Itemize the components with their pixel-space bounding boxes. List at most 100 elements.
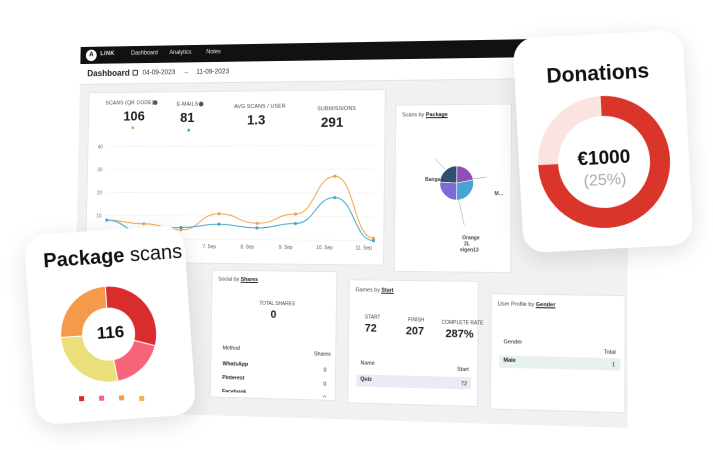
y-tick-label: 10: [96, 213, 101, 219]
pie-leader-line: [434, 158, 445, 169]
games-stat-value: 287%: [445, 327, 474, 341]
brand-logo[interactable]: A: [85, 49, 97, 62]
package-filter-link[interactable]: Package: [426, 112, 448, 118]
package-scans-title: Package scans: [42, 240, 183, 273]
data-point: [217, 222, 221, 226]
table-row[interactable]: Quiz 72: [356, 374, 472, 390]
stat-label-submissions: SUBMISSIONS: [317, 105, 357, 113]
legend-swatch: [118, 395, 125, 401]
games-title: Games by Start: [355, 287, 394, 294]
stat-value-submissions: 291: [320, 113, 344, 130]
data-point: [371, 239, 376, 243]
pie-leader-line: [473, 177, 487, 179]
stat-value-emails: 81: [180, 109, 195, 125]
col-name: Name: [360, 360, 375, 367]
info-icon: [152, 100, 158, 106]
col-total: Total: [603, 349, 616, 356]
legend-swatch: [78, 395, 85, 402]
x-tick-label: 7. Sep: [202, 244, 216, 250]
calendar-icon: [132, 69, 139, 76]
stat-label-avg: AVG SCANS / USER: [234, 103, 286, 111]
row-method: Pinterest: [222, 375, 245, 382]
data-point: [105, 218, 109, 222]
data-point: [255, 226, 259, 230]
user-profile-card: User Profile by Gender Gender Total Male…: [489, 293, 626, 414]
pie-slice: [440, 182, 457, 200]
y-tick-label: 40: [98, 144, 103, 150]
row-name: Quiz: [360, 376, 372, 383]
legend-dot-orange: [131, 126, 135, 130]
start-filter-link[interactable]: Start: [381, 288, 393, 294]
date-range-picker[interactable]: 04-09-2023 → 11-09-2023: [132, 69, 229, 77]
date-to: 11-09-2023: [196, 68, 230, 76]
grid-line: [108, 145, 374, 146]
data-point: [255, 221, 259, 225]
total-shares-label: TOTAL SHARES: [259, 300, 295, 308]
social-by-shares-card: Social by Shares TOTAL SHARES 0 Method S…: [209, 269, 338, 401]
x-tick-label: 11. Sep: [356, 245, 373, 251]
data-point: [293, 221, 298, 226]
pie-label-m: M…: [494, 191, 504, 198]
data-point: [142, 222, 146, 226]
scans-by-package-pie: [434, 158, 513, 271]
x-tick-label: 9. Sep: [279, 245, 293, 251]
row-total: 1: [611, 362, 616, 369]
data-point: [294, 212, 298, 216]
row-shares: 0: [323, 381, 327, 388]
nav-notes[interactable]: Notes: [206, 49, 221, 55]
social-title: Social by Shares: [218, 276, 259, 284]
page-title: Dashboard: [87, 68, 130, 79]
row-gender: Male: [503, 357, 516, 365]
y-tick-label: 30: [97, 167, 102, 173]
pie-label-banga: Banga…: [425, 176, 446, 184]
nav-analytics[interactable]: Analytics: [169, 50, 191, 56]
donut-slice: [113, 339, 156, 382]
stat-value-avg: 1.3: [246, 111, 266, 128]
data-point: [179, 225, 183, 230]
col-gender: Gender: [503, 339, 523, 346]
games-stat-value: 72: [364, 322, 377, 335]
scans-by-package-card: Scans by Package Banga… M… Orange 2L eig…: [393, 103, 513, 274]
pie-leader-line: [458, 199, 464, 225]
legend-swatch: [139, 395, 145, 401]
games-stat-label: START: [364, 314, 381, 321]
games-stat-value: 207: [405, 325, 425, 338]
games-by-start-card: Games by Start START 72 FINISH 207 COMPL…: [347, 279, 483, 408]
package-scans-card: Package scans 116: [23, 224, 197, 426]
table-row[interactable]: Male 1: [499, 355, 621, 371]
col-method: Method: [222, 345, 241, 352]
arrow-right-icon: →: [182, 69, 190, 76]
stat-value-scans: 106: [123, 107, 145, 124]
legend-dot-blue: [187, 128, 191, 132]
profile-title: User Profile by Gender: [497, 301, 556, 309]
x-tick-label: 10. Sep: [316, 245, 333, 251]
gender-filter-link[interactable]: Gender: [536, 302, 556, 308]
grid-line: [107, 216, 374, 217]
pie-label-eigen: eigen13: [460, 247, 479, 254]
brand-name: LINK: [100, 51, 115, 58]
donations-card: Donations €1000 (25%): [512, 29, 694, 254]
stage: A LINK Dashboard Analytics Notes Dashboa…: [0, 0, 713, 450]
row-method: WhatsApp: [222, 361, 249, 368]
data-point: [333, 195, 337, 200]
games-stat-label: FINISH: [407, 317, 425, 324]
row-start: 72: [460, 381, 468, 388]
y-tick-label: 20: [97, 190, 102, 196]
data-point: [333, 174, 337, 178]
info-icon: [198, 101, 204, 107]
row-method: Facebook: [221, 388, 247, 396]
nav-dashboard[interactable]: Dashboard: [131, 50, 158, 56]
x-tick-label: 8. Sep: [240, 244, 254, 250]
shares-filter-link[interactable]: Shares: [241, 277, 258, 283]
stat-label-scans: SCANS (QR CODE): [105, 100, 154, 107]
date-from: 04-09-2023: [142, 69, 176, 77]
stat-label-emails: E-MAILS: [176, 101, 199, 108]
games-stat-label: COMPLETE RATE: [441, 319, 484, 327]
total-shares-value: 0: [270, 308, 277, 321]
legend-swatch: [98, 395, 105, 402]
pie-slice: [456, 180, 473, 200]
scans-by-package-title: Scans by Package: [402, 112, 448, 119]
col-shares: Shares: [313, 351, 331, 358]
row-shares: 0: [323, 367, 327, 374]
data-point: [217, 212, 221, 216]
